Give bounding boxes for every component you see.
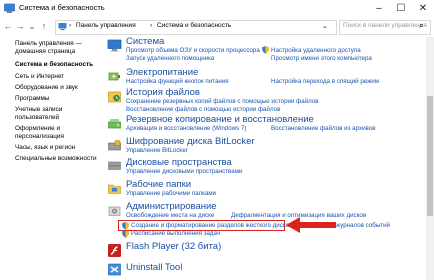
bitlocker-icon [108, 140, 121, 151]
search-icon[interactable]: ⌕ [419, 21, 423, 31]
admin-tools-icon [108, 206, 121, 216]
sidebar-item-appearance[interactable]: Оформление и [15, 125, 60, 133]
close-button[interactable]: ✕ [412, 0, 434, 18]
sidebar-item-hardware[interactable]: Оборудование и звук [15, 84, 78, 92]
link-sleep-settings[interactable]: Настройка перехода в спящий режим [271, 78, 379, 85]
breadcrumb-system-security[interactable]: Система и безопасность [157, 22, 231, 29]
link-backup-file-history[interactable]: Сохранение резервных копий файлов с помо… [126, 98, 319, 105]
highlight-callout [118, 220, 285, 231]
control-panel-icon [4, 3, 15, 13]
category-work-folders-title[interactable]: Рабочие папки [126, 179, 191, 190]
system-monitor-icon [107, 39, 122, 52]
category-flash-player-title[interactable]: Flash Player (32 бита) [126, 241, 221, 252]
link-event-logs[interactable]: журналов событий [336, 222, 390, 229]
work-folders-icon [108, 184, 121, 194]
maximize-button[interactable]: ☐ [390, 0, 412, 18]
window-title: Система и безопасность [19, 3, 105, 12]
address-dropdown-icon[interactable]: ⌄ [322, 22, 327, 30]
link-manage-work-folders[interactable]: Управление рабочими папками [126, 190, 216, 197]
category-power-title[interactable]: Электропитание [126, 67, 198, 78]
link-restore-from-archive[interactable]: Восстановление файлов из архивов [271, 125, 376, 132]
uninstall-tool-icon [108, 263, 121, 276]
breadcrumb-control-panel[interactable]: Панель управления [76, 22, 136, 29]
breadcrumb-separator-icon: › [69, 22, 72, 29]
link-remote-access[interactable]: Настройка удаленного доступа [271, 47, 361, 54]
sidebar-item-programs[interactable]: Программы [15, 95, 50, 103]
sidebar-item-home[interactable]: Панель управления — [15, 40, 82, 48]
category-file-history-title[interactable]: История файлов [126, 87, 200, 98]
search-placeholder: Поиск в панели управления [343, 22, 427, 29]
scrollbar-thumb[interactable] [427, 96, 433, 216]
sidebar-item-accounts[interactable]: Учетные записи [15, 106, 62, 114]
link-power-buttons[interactable]: Настройка функций кнопок питания [126, 78, 229, 85]
sidebar-item-clock-region[interactable]: Часы, язык и регион [15, 144, 75, 152]
forward-arrow-icon[interactable]: → [15, 19, 25, 33]
link-disk-cleanup[interactable]: Освобождение места на диске [126, 212, 214, 219]
category-uninstall-tool-title[interactable]: Uninstall Tool [126, 262, 182, 273]
link-backup-windows7[interactable]: Архивация и восстановление (Windows 7) [126, 125, 246, 132]
sidebar-item-accounts-line2[interactable]: пользователей [15, 114, 59, 122]
storage-spaces-icon [108, 161, 121, 170]
backup-restore-icon [108, 119, 121, 129]
file-history-icon [108, 91, 121, 103]
link-restore-file-history[interactable]: Восстановление файлов с помощью истории … [126, 106, 280, 113]
sidebar-item-system-security[interactable]: Система и безопасность [15, 61, 93, 69]
category-storage-spaces-title[interactable]: Дисковые пространства [126, 157, 232, 168]
control-panel-small-icon [58, 23, 67, 31]
link-manage-storage-spaces[interactable]: Управление дисковыми пространствами [126, 168, 242, 175]
link-manage-bitlocker[interactable]: Управление BitLocker [126, 147, 188, 154]
category-bitlocker-title[interactable]: Шифрование диска BitLocker [126, 136, 255, 147]
category-admin-tools-title[interactable]: Администрирование [126, 201, 217, 212]
flash-player-icon [108, 244, 121, 257]
sidebar-item-home-line2[interactable]: домашняя страница [15, 48, 75, 56]
sidebar-item-network[interactable]: Сеть и Интернет [15, 73, 64, 81]
recent-dropdown-icon[interactable]: ⌄ [27, 19, 37, 33]
red-arrow-icon [286, 217, 336, 233]
power-options-icon [108, 72, 120, 81]
breadcrumb-separator-icon: › [150, 22, 153, 29]
category-system-title[interactable]: Система [126, 36, 164, 47]
back-arrow-icon[interactable]: ← [3, 19, 13, 33]
category-backup-title[interactable]: Резервное копирование и восстановление [126, 114, 314, 125]
up-arrow-icon[interactable]: ↑ [39, 19, 49, 33]
link-view-ram-cpu[interactable]: Просмотр объема ОЗУ и скорости процессор… [126, 47, 260, 54]
link-remote-assistance[interactable]: Запуск удаленного помощника [126, 55, 214, 62]
uac-shield-icon [262, 46, 269, 54]
sidebar-item-accessibility[interactable]: Специальные возможности [15, 155, 97, 163]
link-computer-name[interactable]: Просмотр имени этого компьютера [271, 55, 372, 62]
sidebar-item-appearance-line2[interactable]: персонализация [15, 133, 64, 141]
uac-shield-icon [122, 230, 129, 238]
link-task-scheduler[interactable]: Расписание выполнения задач [131, 230, 220, 237]
minimize-button[interactable]: – [368, 0, 390, 18]
